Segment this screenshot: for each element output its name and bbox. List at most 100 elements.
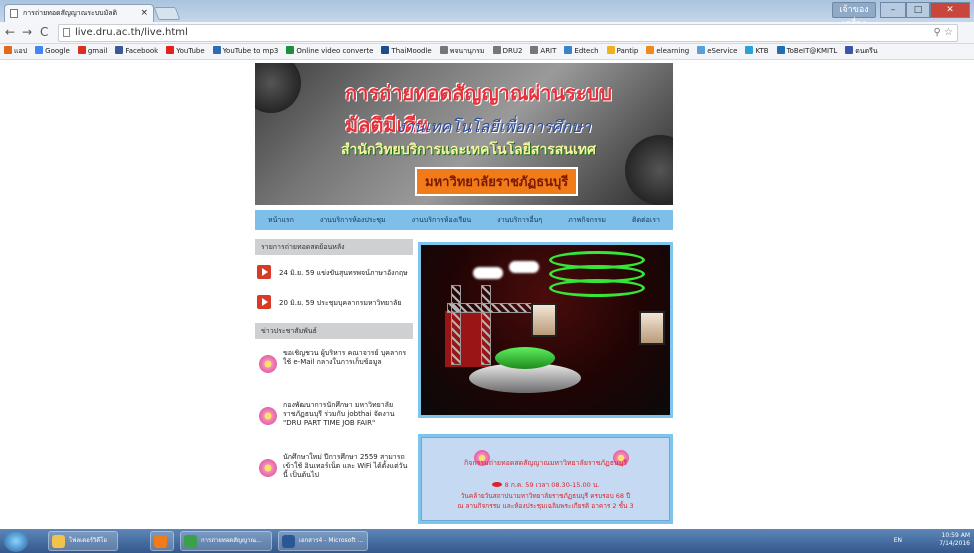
recording-item[interactable]: 20 มิ.ย. 59 ประชุมบุคลากรมหาวิทยาลัย <box>255 293 413 315</box>
recording-label: 24 มิ.ย. 59 แข่งขันสุนทรพจน์ภาษาอังกฤษ <box>279 269 408 277</box>
header-banner: การถ่ายทอดสัญญาณผ่านระบบมัลติมีเดีย งานเ… <box>255 63 673 205</box>
bookmark-item[interactable]: Online video converte <box>286 44 373 59</box>
reload-icon[interactable]: C <box>40 25 48 39</box>
bookmark-icon <box>4 46 12 54</box>
camera-icon <box>255 63 301 113</box>
event-datetime: 8 ก.ค. 59 เวลา 08.30-15.00 น. <box>422 480 669 490</box>
bookmark-icon <box>646 46 655 54</box>
app-icon <box>184 535 197 548</box>
minimize-icon[interactable]: – <box>880 2 906 18</box>
app-icon <box>282 535 295 548</box>
studio-video-frame <box>421 245 670 415</box>
recording-item[interactable]: 24 มิ.ย. 59 แข่งขันสุนทรพจน์ภาษาอังกฤษ <box>255 263 413 285</box>
studio-screen <box>531 303 557 337</box>
event-info-box: กิจกรรมถ่ายทอดสดสัญญาณมหาวิทยาลัยราชภัฏธ… <box>418 434 673 524</box>
menu-item[interactable]: งานบริการอื่นๆ <box>497 215 542 226</box>
taskbar-app[interactable] <box>150 531 174 551</box>
bookmark-item[interactable]: YouTube to mp3 <box>212 44 278 59</box>
menu-item[interactable]: ภาพกิจกรรม <box>568 215 606 226</box>
studio-light <box>473 267 503 279</box>
app-icon <box>154 535 167 548</box>
taskbar: โฟลเดอร์วิดีโอ การถ่ายทอดสัญญาณ... เอกสาร4… <box>0 529 974 553</box>
bookmark-item[interactable]: Facebook <box>115 44 158 59</box>
system-clock[interactable]: 10:59 AM 7/14/2016 <box>939 532 970 548</box>
bookmark-item[interactable]: Edtech <box>564 44 599 59</box>
bookmark-icon <box>439 46 448 54</box>
address-bar[interactable]: live.dru.ac.th/live.html ⚲ ☆ <box>58 24 958 42</box>
page-icon <box>10 9 18 18</box>
menu-item[interactable]: หน้าแรก <box>268 215 294 226</box>
bookmark-icon <box>697 46 706 54</box>
bookmark-icon <box>492 46 501 54</box>
close-window-icon[interactable]: ✕ <box>930 2 970 18</box>
news-label: ขอเชิญชวน ผู้บริหาร คณาจารย์ บุคลากร ใช้… <box>283 349 407 366</box>
taskbar-app[interactable]: เอกสาร4 - Microsoft ... <box>278 531 368 551</box>
bookmarks-bar: แอป Google gmail Facebook YouTube YouTube to … <box>0 44 974 60</box>
flower-icon <box>259 355 277 373</box>
recordings-heading: รายการถ่ายทอดสดย้อนหลัง <box>255 239 413 255</box>
banner-university: มหาวิทยาลัยราชภัฏธนบุรี <box>415 167 579 196</box>
browser-titlebar: การถ่ายทอดสัญญาณระบบมัลติ × เจ้าของเครื่… <box>0 0 974 29</box>
page-icon <box>63 28 70 37</box>
event-title: กิจกรรมถ่ายทอดสดสัญญาณมหาวิทยาลัยราชภัฏธ… <box>464 459 627 467</box>
bookmark-icon <box>286 46 295 54</box>
live-video-player[interactable] <box>418 242 673 418</box>
studio-screen <box>639 311 665 345</box>
bookmark-item[interactable]: DRU2 <box>492 44 522 59</box>
news-heading: ข่าวประชาสัมพันธ์ <box>255 323 413 339</box>
bookmark-icon <box>776 46 785 54</box>
studio-truss <box>451 285 461 365</box>
bookmark-icon <box>530 46 539 54</box>
clock-time: 10:59 AM <box>941 532 970 539</box>
menu-item[interactable]: ติดต่อเรา <box>632 215 660 226</box>
bookmark-item[interactable]: gmail <box>77 44 107 59</box>
bookmark-item[interactable]: ARIT <box>530 44 556 59</box>
sidebar: รายการถ่ายทอดสดย้อนหลัง 24 มิ.ย. 59 แข่ง… <box>255 239 413 503</box>
taskbar-app[interactable]: โฟลเดอร์วิดีโอ <box>48 531 118 551</box>
bookmark-item[interactable]: YouTube <box>166 44 205 59</box>
studio-truss <box>447 303 533 313</box>
menu-item[interactable]: งานบริการห้องเรียน <box>412 215 472 226</box>
profile-button[interactable]: เจ้าของเครื่อง <box>832 2 876 29</box>
url-text: live.dru.ac.th/live.html <box>75 27 188 38</box>
maximize-icon[interactable]: □ <box>906 2 930 18</box>
recording-label: 20 มิ.ย. 59 ประชุมบุคลากรมหาวิทยาลัย <box>279 299 402 307</box>
start-button[interactable] <box>4 530 28 552</box>
bookmark-item[interactable]: ดนตรีน <box>845 44 878 59</box>
bookmark-icon <box>381 46 390 54</box>
bookmark-icon <box>212 46 221 54</box>
bookmark-item[interactable]: แอป <box>4 44 27 59</box>
bookmark-icon <box>564 46 573 54</box>
back-arrow-icon[interactable]: ← <box>5 25 15 39</box>
flower-icon <box>259 459 277 477</box>
bookmark-item[interactable]: elearning <box>646 44 689 59</box>
news-item[interactable]: กองพัฒนาการนักศึกษา มหาวิทยาลัยราชภัฏธนบ… <box>255 399 413 447</box>
window-controls: เจ้าของเครื่อง – □ ✕ <box>832 2 970 29</box>
close-icon[interactable]: × <box>140 5 148 22</box>
language-indicator[interactable]: EN <box>894 537 902 544</box>
bookmark-item[interactable]: eService <box>697 44 737 59</box>
bookmark-item[interactable]: Pantip <box>606 44 638 59</box>
taskbar-app[interactable]: การถ่ายทอดสัญญาณ... <box>180 531 272 551</box>
browser-tab[interactable]: การถ่ายทอดสัญญาณระบบมัลติ × <box>4 4 154 22</box>
web-page: การถ่ายทอดสัญญาณผ่านระบบมัลติมีเดีย งานเ… <box>0 61 974 529</box>
event-description: วันคล้ายวันสถาปนามหาวิทยาลัยราชภัฏธนบุรี… <box>460 492 631 500</box>
new-tab-button[interactable] <box>153 7 181 20</box>
bookmark-icon <box>606 46 615 54</box>
bookmark-item[interactable]: ToBeIT@KMITL <box>776 44 837 59</box>
news-item[interactable]: นักศึกษาใหม่ ปีการศึกษา 2559 สามารถเข้าใ… <box>255 451 413 499</box>
news-label: นักศึกษาใหม่ ปีการศึกษา 2559 สามารถเข้าใ… <box>283 453 408 479</box>
studio-light <box>509 261 539 273</box>
bookmark-item[interactable]: KTB <box>745 44 769 59</box>
zoom-star-icon[interactable]: ⚲ ☆ <box>934 25 953 41</box>
bookmark-item[interactable]: ThaiMoodle <box>381 44 432 59</box>
bookmark-item[interactable]: พจนานุกรม <box>439 44 485 59</box>
forward-arrow-icon[interactable]: → <box>22 25 32 39</box>
play-icon <box>257 265 271 279</box>
menu-item[interactable]: งานบริการห้องประชุม <box>320 215 386 226</box>
banner-subtitle: งานเทคโนโลยีเพื่อการศึกษา <box>397 117 592 136</box>
bookmark-item[interactable]: Google <box>35 44 70 59</box>
news-item[interactable]: ขอเชิญชวน ผู้บริหาร คณาจารย์ บุคลากร ใช้… <box>255 347 413 395</box>
bookmark-icon <box>115 46 124 54</box>
clock-date: 7/14/2016 <box>939 540 970 547</box>
